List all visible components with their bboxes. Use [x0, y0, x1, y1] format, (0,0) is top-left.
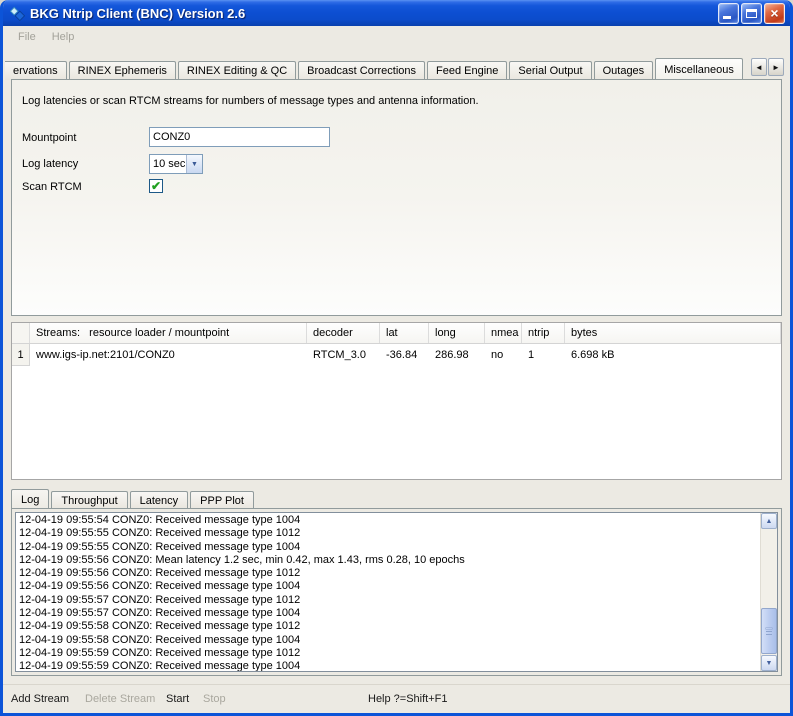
tab-scroll-buttons: ◄ ►	[750, 58, 784, 76]
action-bar: Add Stream Delete Stream Start Stop Help…	[3, 684, 790, 713]
log-line: 12-04-19 09:55:57 CONZ0: Received messag…	[19, 594, 758, 607]
scroll-up-button[interactable]: ▲	[761, 513, 777, 529]
log-line: 12-04-19 09:55:58 CONZ0: Received messag…	[19, 634, 758, 647]
log-line: 12-04-19 09:55:56 CONZ0: Mean latency 1.…	[19, 554, 758, 567]
row-number: 1	[12, 344, 30, 366]
tab-rinex-editing-qc[interactable]: RINEX Editing & QC	[178, 61, 296, 80]
log-lines: 12-04-19 09:55:54 CONZ0: Received messag…	[19, 514, 758, 672]
log-line: 12-04-19 09:55:56 CONZ0: Received messag…	[19, 567, 758, 580]
scan-rtcm-checkbox[interactable]: ✔	[149, 179, 163, 193]
col-header-long[interactable]: long	[429, 323, 485, 343]
cell-mountpoint: www.igs-ip.net:2101/CONZ0	[30, 344, 307, 366]
minimize-button[interactable]	[718, 3, 739, 24]
tab-throughput[interactable]: Throughput	[51, 491, 127, 509]
col-header-decoder[interactable]: decoder	[307, 323, 380, 343]
log-latency-value: 10 sec	[150, 155, 186, 173]
stop-button[interactable]: Stop	[203, 693, 226, 705]
bnc-window: BKG Ntrip Client (BNC) Version 2.6 × Fil…	[0, 0, 793, 716]
close-icon: ×	[770, 6, 778, 20]
scrollbar-thumb[interactable]	[761, 608, 777, 654]
help-hint: Help ?=Shift+F1	[368, 693, 448, 705]
menu-file[interactable]: File	[10, 28, 44, 46]
log-line: 12-04-19 09:55:59 CONZ0: Received messag…	[19, 660, 758, 672]
log-output[interactable]: 12-04-19 09:55:54 CONZ0: Received messag…	[15, 512, 778, 672]
add-stream-button[interactable]: Add Stream	[11, 693, 69, 705]
window-title: BKG Ntrip Client (BNC) Version 2.6	[30, 6, 713, 21]
streams-table-header: Streams: resource loader / mountpoint de…	[12, 323, 781, 344]
col-header-mountpoint[interactable]: Streams: resource loader / mountpoint	[30, 323, 307, 343]
mountpoint-input[interactable]	[149, 127, 330, 147]
tab-miscellaneous[interactable]: Miscellaneous	[655, 58, 743, 81]
log-latency-label: Log latency	[22, 158, 78, 170]
panel-description: Log latencies or scan RTCM streams for n…	[22, 95, 479, 107]
log-panel: 12-04-19 09:55:54 CONZ0: Received messag…	[11, 508, 782, 676]
scroll-down-button[interactable]: ▼	[761, 655, 777, 671]
log-line: 12-04-19 09:55:58 CONZ0: Received messag…	[19, 620, 758, 633]
tab-rinex-ephemeris[interactable]: RINEX Ephemeris	[69, 61, 176, 80]
window-controls: ×	[718, 3, 785, 24]
log-line: 12-04-19 09:55:59 CONZ0: Received messag…	[19, 647, 758, 660]
cell-bytes: 6.698 kB	[565, 344, 781, 366]
miscellaneous-panel: Log latencies or scan RTCM streams for n…	[11, 79, 782, 316]
log-line: 12-04-19 09:55:56 CONZ0: Received messag…	[19, 580, 758, 593]
log-line: 12-04-19 09:55:55 CONZ0: Received messag…	[19, 541, 758, 554]
tab-serial-output[interactable]: Serial Output	[509, 61, 591, 80]
tab-scroll-right-button[interactable]: ►	[768, 58, 784, 76]
log-scrollbar[interactable]: ▲ ▼	[760, 513, 777, 671]
menubar: File Help	[3, 26, 790, 48]
tab-ppp-plot[interactable]: PPP Plot	[190, 491, 254, 509]
log-latency-select[interactable]: 10 sec ▼	[149, 154, 203, 174]
col-header-nmea[interactable]: nmea	[485, 323, 522, 343]
cell-decoder: RTCM_3.0	[307, 344, 380, 366]
mountpoint-label: Mountpoint	[22, 132, 76, 144]
close-button[interactable]: ×	[764, 3, 785, 24]
check-icon: ✔	[151, 180, 161, 192]
minimize-icon	[723, 16, 731, 19]
cell-lat: -36.84	[380, 344, 429, 366]
menu-help[interactable]: Help	[44, 28, 83, 46]
delete-stream-button[interactable]: Delete Stream	[85, 693, 155, 705]
table-row[interactable]: 1 www.igs-ip.net:2101/CONZ0 RTCM_3.0 -36…	[12, 344, 781, 366]
log-line: 12-04-19 09:55:57 CONZ0: Received messag…	[19, 607, 758, 620]
scan-rtcm-label: Scan RTCM	[22, 181, 82, 193]
col-header-lat[interactable]: lat	[380, 323, 429, 343]
col-header-ntrip[interactable]: ntrip	[522, 323, 565, 343]
log-line: 12-04-19 09:55:54 CONZ0: Received messag…	[19, 514, 758, 527]
cell-nmea: no	[485, 344, 522, 366]
cell-ntrip: 1	[522, 344, 565, 366]
settings-tabstrip: ervations RINEX Ephemeris RINEX Editing …	[5, 57, 784, 80]
tab-feed-engine[interactable]: Feed Engine	[427, 61, 507, 80]
tab-observations[interactable]: ervations	[5, 61, 67, 80]
col-header-bytes[interactable]: bytes	[565, 323, 781, 343]
titlebar[interactable]: BKG Ntrip Client (BNC) Version 2.6 ×	[3, 0, 790, 26]
tab-latency[interactable]: Latency	[130, 491, 189, 509]
maximize-icon	[746, 9, 757, 18]
start-button[interactable]: Start	[166, 693, 189, 705]
output-tabstrip: Log Throughput Latency PPP Plot	[11, 488, 256, 509]
cell-long: 286.98	[429, 344, 485, 366]
tab-scroll-left-button[interactable]: ◄	[751, 58, 767, 76]
streams-table: Streams: resource loader / mountpoint de…	[11, 322, 782, 480]
tab-log[interactable]: Log	[11, 489, 49, 510]
log-line: 12-04-19 09:55:55 CONZ0: Received messag…	[19, 527, 758, 540]
app-icon[interactable]	[9, 5, 25, 21]
tab-outages[interactable]: Outages	[594, 61, 654, 80]
bnc-diamonds-icon	[10, 6, 25, 21]
tab-broadcast-corrections[interactable]: Broadcast Corrections	[298, 61, 425, 80]
row-header-corner[interactable]	[12, 323, 30, 343]
maximize-button[interactable]	[741, 3, 762, 24]
dropdown-arrow-icon[interactable]: ▼	[186, 155, 202, 173]
